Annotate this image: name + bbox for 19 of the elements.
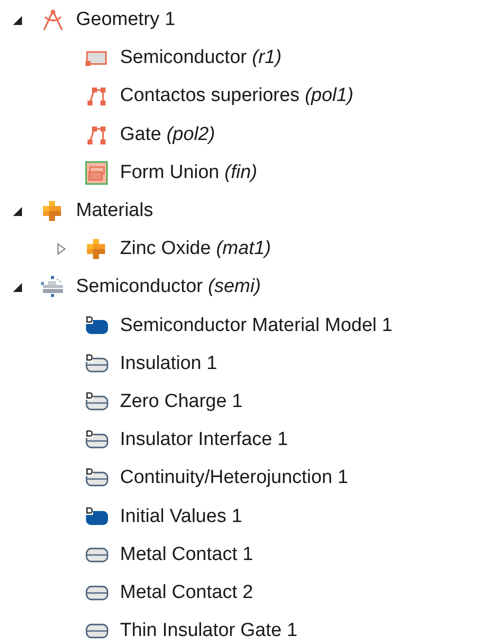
- tree-item-label[interactable]: Materials: [76, 200, 154, 222]
- tree-item-label[interactable]: Semiconductor (semi): [76, 276, 261, 298]
- tree-item-label[interactable]: Gate (pol2): [120, 124, 216, 146]
- tree-item-label[interactable]: Metal Contact 1: [120, 544, 254, 566]
- tree-item-label[interactable]: Semiconductor Material Model 1: [120, 314, 392, 337]
- tree-item-label[interactable]: Zinc Oxide (mat1): [120, 238, 271, 260]
- tree-item-label[interactable]: Geometry 1: [76, 9, 176, 32]
- tree-item-label[interactable]: Thin Insulator Gate 1: [120, 620, 298, 642]
- tree-item-label[interactable]: Zero Charge 1: [120, 390, 243, 413]
- tree-item-label[interactable]: Insulator Interface 1: [120, 429, 288, 452]
- tree-item-label[interactable]: Insulation 1: [120, 352, 218, 375]
- tree-item-label[interactable]: Semiconductor (r1): [120, 47, 282, 70]
- tree-item-label[interactable]: Contactos superiores (pol1): [120, 85, 354, 108]
- tree-item-label[interactable]: Metal Contact 2: [120, 582, 254, 604]
- tree-item-label[interactable]: Continuity/Heterojunction 1: [120, 467, 348, 490]
- physics-icon: [40, 275, 66, 300]
- tree-item-label[interactable]: Initial Values 1: [120, 506, 242, 528]
- tree-item-label[interactable]: Form Union (fin): [120, 162, 258, 184]
- union-icon: [84, 160, 110, 185]
